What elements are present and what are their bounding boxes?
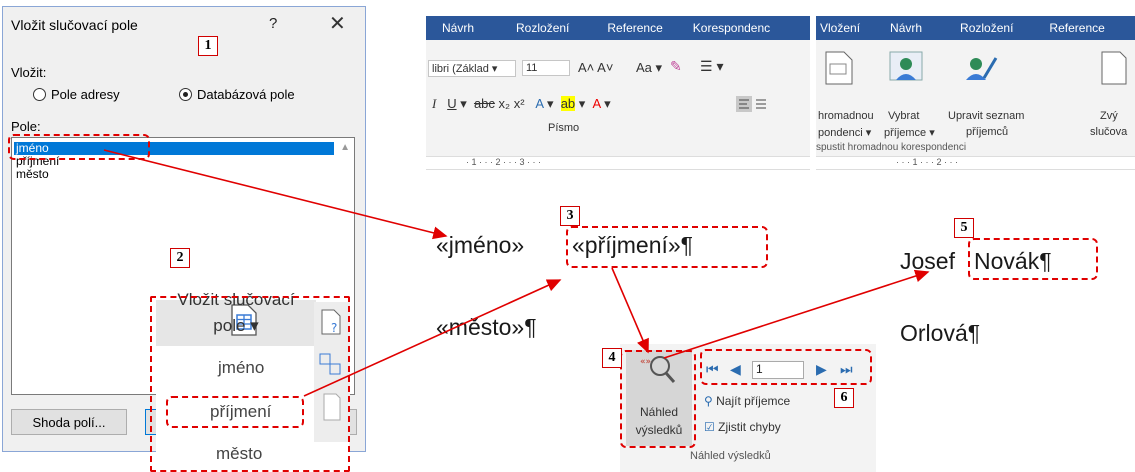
arrow-1-to-jmeno: [103, 149, 448, 240]
arrow-4-to-result: [663, 269, 930, 359]
arrow-3-to-preview: [611, 267, 649, 354]
annotation-arrows: [103, 149, 930, 397]
arrow-2-to-prijmeni: [303, 279, 562, 397]
